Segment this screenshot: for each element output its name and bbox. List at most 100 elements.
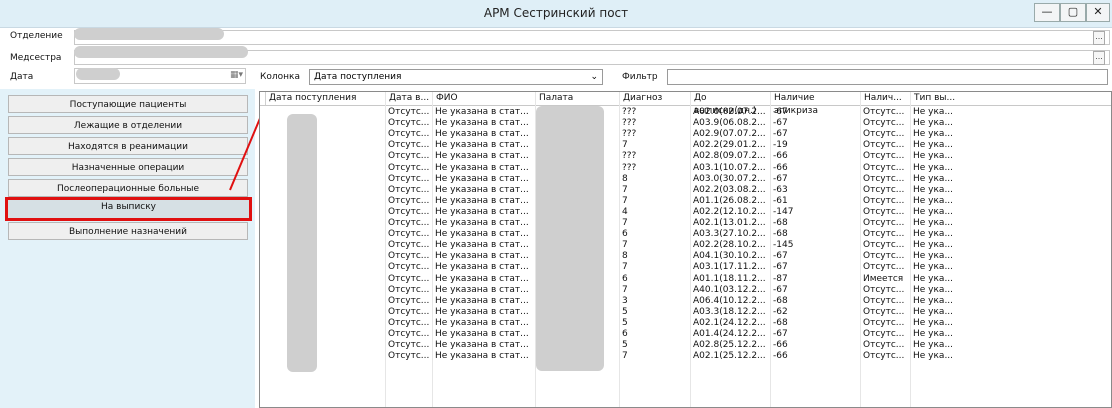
table-cell: Не указана в стат...: [435, 206, 529, 217]
table-row[interactable]: Отсутс... Не указана в стат... 7 A01.1(26.0…: [260, 196, 1111, 206]
table-cell: Не ука...: [913, 218, 954, 228]
table-cell: Не указана в стат...: [435, 340, 529, 351]
table-cell: Не указана в стат...: [435, 162, 529, 173]
column-header-7[interactable]: Наличие эпикриза: [770, 92, 860, 116]
table-cell: Отсутс...: [388, 262, 430, 273]
table-row[interactable]: Отсутс... Не указана в стат...??? A02.0(02…: [260, 107, 1111, 117]
table-cell: -62: [773, 306, 788, 317]
table-cell: -63: [773, 184, 788, 195]
table-row[interactable]: Отсутс... Не указана в стат... 7 A03.1(17.1…: [260, 262, 1111, 272]
table-cell: 7: [622, 284, 628, 295]
table-cell: Не ука...: [913, 306, 954, 317]
table-cell: Отсутс...: [388, 173, 430, 184]
table-cell: 7: [622, 240, 628, 251]
table-cell: Отсутс...: [863, 306, 905, 317]
column-header-4[interactable]: Палата: [535, 92, 619, 105]
table-row[interactable]: Отсутс... Не указана в стат...??? A03.9(06…: [260, 118, 1111, 128]
table-cell: Не ука...: [913, 118, 954, 129]
table-cell: Отсутс...: [388, 240, 430, 251]
table-row[interactable]: Отсутс... Не указана в стат... 5 A02.8(25.1…: [260, 340, 1111, 350]
column-header-5[interactable]: Диагноз: [619, 92, 690, 105]
table-cell: Отсутс...: [863, 151, 905, 162]
column-divider: [535, 92, 536, 407]
table-cell: 6: [622, 329, 628, 339]
table-cell: Отсутс...: [388, 206, 430, 217]
table-cell: Отсутс...: [388, 273, 430, 284]
table-cell: 6: [622, 273, 628, 284]
table-row[interactable]: Отсутс... Не указана в стат... 7 A02.2(29.0…: [260, 140, 1111, 150]
table-cell: 5: [622, 317, 628, 328]
table-cell: A03.9(06.08.2...: [693, 118, 766, 129]
table-cell: Отсутс...: [388, 218, 430, 228]
table-row[interactable]: Отсутс... Не указана в стат... 8 A03.0(30.0…: [260, 174, 1111, 184]
table-cell: Отсутс...: [388, 251, 430, 262]
table-row[interactable]: Отсутс... Не указана в стат... 6 A01.1(18.1…: [260, 274, 1111, 284]
table-cell: Отсутс...: [863, 295, 905, 306]
table-row[interactable]: Отсутс... Не указана в стат... 8 A04.1(30.1…: [260, 251, 1111, 261]
table-cell: Не указана в стат...: [435, 173, 529, 184]
table-cell: A01.1(18.11.2...: [693, 273, 766, 284]
table-cell: -68: [773, 317, 788, 328]
table-cell: Отсутс...: [863, 284, 905, 295]
table-cell: Отсутс...: [388, 107, 430, 117]
table-cell: A02.2(12.10.2...: [693, 206, 766, 217]
column-header-3[interactable]: ФИО: [432, 92, 535, 105]
table-cell: Не ука...: [913, 140, 954, 151]
table-row[interactable]: Отсутс... Не указана в стат... 3 A06.4(10.1…: [260, 296, 1111, 306]
table-cell: Отсутс...: [863, 329, 905, 339]
column-divider: [910, 92, 911, 407]
table-row[interactable]: Отсутс... Не указана в стат... 4 A02.2(12.1…: [260, 207, 1111, 217]
column-header-8[interactable]: Налич...: [860, 92, 910, 105]
table-row[interactable]: Отсутс... Не указана в стат... 7 A02.2(03.0…: [260, 185, 1111, 195]
table-row[interactable]: Отсутс... Не указана в стат... 5 A03.3(18.1…: [260, 307, 1111, 317]
table-cell: Не указана в стат...: [435, 295, 529, 306]
table-row[interactable]: Отсутс... Не указана в стат...??? A03.1(10…: [260, 163, 1111, 173]
table-cell: Отсутс...: [863, 162, 905, 173]
column-header-1[interactable]: Дата поступления: [265, 92, 385, 105]
table-cell: Не указана в стат...: [435, 184, 529, 195]
table-cell: 5: [622, 306, 628, 317]
table-row[interactable]: Отсутс... Не указана в стат... 7 A02.1(13.0…: [260, 218, 1111, 228]
table-cell: 7: [622, 140, 628, 151]
table-cell: ???: [622, 162, 637, 173]
table-cell: A02.9(07.07.2...: [693, 129, 766, 140]
table-cell: -68: [773, 229, 788, 240]
table-cell: Не указана в стат...: [435, 273, 529, 284]
table-row[interactable]: Отсутс... Не указана в стат... 6 A01.4(24.1…: [260, 329, 1111, 339]
table-cell: Не ука...: [913, 195, 954, 206]
table-cell: Не ука...: [913, 129, 954, 140]
table-cell: A40.1(03.12.2...: [693, 284, 766, 295]
table-cell: -87: [773, 273, 788, 284]
table-cell: -67: [773, 262, 788, 273]
table-row[interactable]: Отсутс... Не указана в стат... 5 A02.1(24.1…: [260, 318, 1111, 328]
table-cell: A03.3(18.12.2...: [693, 306, 766, 317]
table-row[interactable]: Отсутс... Не указана в стат... 7 A40.1(03.1…: [260, 285, 1111, 295]
table-cell: Не ука...: [913, 284, 954, 295]
column-header-9[interactable]: Тип вы...: [910, 92, 960, 105]
table-cell: ???: [622, 151, 637, 162]
table-row[interactable]: Отсутс... Не указана в стат... 7 A02.1(25.1…: [260, 351, 1111, 361]
table-cell: Отсутс...: [863, 262, 905, 273]
table-cell: 7: [622, 262, 628, 273]
column-header-6[interactable]: До выписки(дн.): [690, 92, 770, 116]
table-cell: A03.0(30.07.2...: [693, 173, 766, 184]
table-row[interactable]: Отсутс... Не указана в стат...??? A02.9(07…: [260, 129, 1111, 139]
table-cell: 7: [622, 218, 628, 228]
patients-table: Дата поступления Дата в... ФИО Палата Диагно…: [259, 91, 1112, 408]
column-header-2[interactable]: Дата в...: [385, 92, 432, 105]
table-cell: Не ука...: [913, 262, 954, 273]
table-cell: Не указана в стат...: [435, 306, 529, 317]
table-cell: Не ука...: [913, 317, 954, 328]
table-cell: Не ука...: [913, 340, 954, 351]
table-cell: 8: [622, 251, 628, 262]
table-cell: Отсутс...: [388, 329, 430, 339]
table-row[interactable]: Отсутс... Не указана в стат... 6 A03.3(27.1…: [260, 229, 1111, 239]
table-row[interactable]: Отсутс... Не указана в стат... 7 A02.2(28.1…: [260, 240, 1111, 250]
table-cell: A03.1(10.07.2...: [693, 162, 766, 173]
table-cell: Отсутс...: [388, 118, 430, 129]
table-row[interactable]: Отсутс... Не указана в стат...??? A02.8(09…: [260, 151, 1111, 161]
column-divider: [860, 92, 861, 407]
table-cell: -19: [773, 140, 788, 151]
column-divider: [619, 92, 620, 407]
table-cell: Не указана в стат...: [435, 129, 529, 140]
